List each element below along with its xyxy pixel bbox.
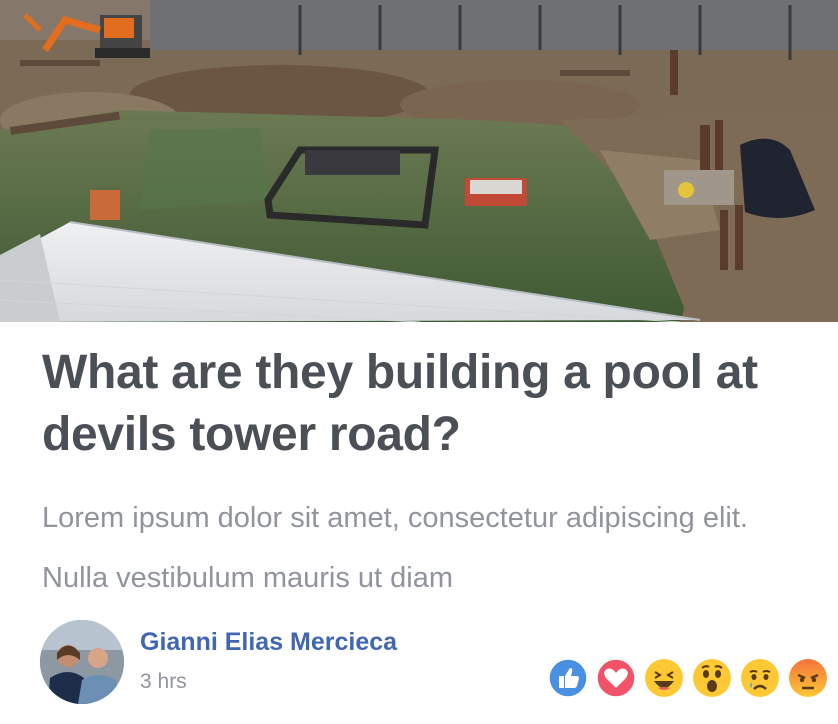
construction-site-photo (0, 0, 838, 322)
thumbs-up-icon (548, 658, 588, 698)
author-avatar-photo (40, 620, 124, 704)
sad-reaction[interactable] (740, 658, 780, 698)
angry-face-icon (789, 659, 827, 697)
surprised-face-icon (693, 659, 731, 697)
laughing-face-icon (645, 659, 683, 697)
post-card: What are they building a pool at devils … (0, 0, 838, 724)
avatar[interactable] (40, 620, 124, 704)
haha-reaction[interactable] (644, 658, 684, 698)
crying-face-icon (741, 659, 779, 697)
angry-reaction[interactable] (788, 658, 828, 698)
like-reaction[interactable] (548, 658, 588, 698)
love-reaction[interactable] (596, 658, 636, 698)
wow-reaction[interactable] (692, 658, 732, 698)
post-timestamp[interactable]: 3 hrs (140, 670, 187, 694)
post-excerpt: Lorem ipsum dolor sit amet, consectetur … (42, 502, 748, 594)
reactions-bar (548, 658, 828, 698)
heart-icon (596, 658, 636, 698)
post-image[interactable] (0, 0, 838, 322)
author-name[interactable]: Gianni Elias Mercieca (140, 628, 397, 657)
post-title[interactable]: What are they building a pool at devils … (42, 342, 812, 466)
